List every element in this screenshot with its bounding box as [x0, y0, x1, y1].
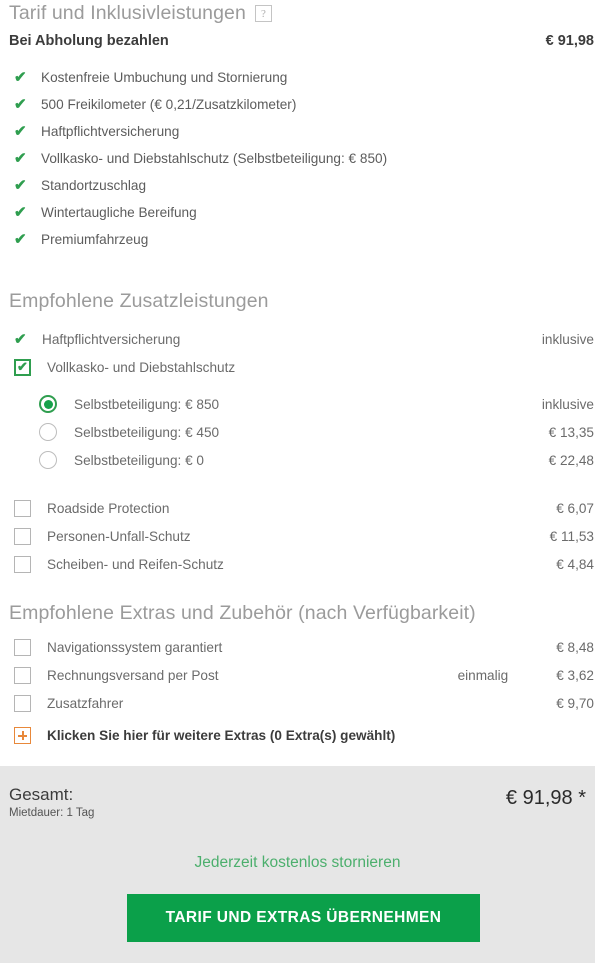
included-item-label: Premiumfahrzeug: [41, 232, 149, 247]
included-services-list: ✔ Kostenfreie Umbuchung und Stornierung …: [9, 68, 569, 257]
total-amount: € 91,98 *: [505, 787, 586, 809]
addon-label: Roadside Protection: [47, 500, 170, 516]
deductible-label: Selbstbeteiligung: € 850: [74, 396, 220, 412]
addon-row-liability: ✔ Haftpflichtversicherung inklusive: [9, 325, 594, 353]
checkbox-scheiben-reifen-schutz[interactable]: [14, 555, 31, 573]
included-item-label: 500 Freikilometer (€ 0,21/Zusatzkilomete…: [41, 97, 297, 112]
total-label: Gesamt:: [9, 785, 74, 804]
addon-price: € 4,84: [556, 556, 594, 572]
radio-deductible-450[interactable]: [39, 423, 57, 441]
checkbox-cdw[interactable]: [14, 358, 31, 376]
total-row: Gesamt: Mietdauer: 1 Tag € 91,98 *: [9, 786, 586, 819]
check-icon: ✔: [14, 204, 27, 221]
radio-deductible-0[interactable]: [39, 451, 57, 469]
apply-tariff-and-extras-button[interactable]: TARIF UND EXTRAS ÜBERNEHMEN: [127, 894, 480, 942]
addon-label: Personen-Unfall-Schutz: [47, 528, 191, 544]
checkbox-rechnungsversand[interactable]: [14, 666, 31, 684]
rental-duration: Mietdauer: 1 Tag: [9, 806, 95, 819]
extra-row-invoice-by-post[interactable]: Rechnungsversand per Post einmalig € 3,6…: [9, 661, 594, 689]
check-icon: ✔: [14, 150, 27, 167]
included-item: ✔ Standortzuschlag: [9, 176, 569, 203]
more-extras-row[interactable]: Klicken Sie hier für weitere Extras (0 E…: [9, 727, 594, 744]
deductible-option-0[interactable]: Selbstbeteiligung: € 0 € 22,48: [9, 446, 594, 474]
radio-deductible-850[interactable]: [39, 395, 57, 413]
extras-heading: Empfohlene Extras und Zubehör (nach Verf…: [9, 602, 476, 625]
page-title: Tarif und Inklusivleistungen ?: [9, 2, 272, 25]
extra-price: € 3,62: [556, 667, 594, 683]
free-cancellation-note: Jederzeit kostenlos stornieren: [194, 854, 401, 871]
deductible-option-850[interactable]: Selbstbeteiligung: € 850 inklusive: [9, 390, 594, 418]
addon-row-roadside[interactable]: Roadside Protection € 6,07: [9, 494, 594, 522]
deductible-label: Selbstbeteiligung: € 450: [74, 424, 220, 440]
addon-label: Vollkasko- und Diebstahlschutz: [47, 359, 236, 375]
addon-row-personal-accident[interactable]: Personen-Unfall-Schutz € 11,53: [9, 522, 594, 550]
extra-label: Zusatzfahrer: [47, 695, 124, 711]
addon-row-glass-tyre[interactable]: Scheiben- und Reifen-Schutz € 4,84: [9, 550, 594, 578]
deductible-price: € 13,35: [548, 424, 594, 440]
checkbox-roadside-protection[interactable]: [14, 499, 31, 517]
checkbox-personen-unfall-schutz[interactable]: [14, 527, 31, 545]
check-icon: ✔: [14, 123, 27, 140]
check-icon: ✔: [14, 177, 27, 194]
plus-icon[interactable]: [14, 727, 31, 744]
included-item: ✔ 500 Freikilometer (€ 0,21/Zusatzkilome…: [9, 95, 569, 122]
addon-price: € 11,53: [549, 528, 594, 544]
addon-price: € 6,07: [556, 500, 594, 516]
addon-label: Scheiben- und Reifen-Schutz: [47, 556, 224, 572]
pay-on-pickup-row: Bei Abholung bezahlen € 91,98: [9, 33, 594, 49]
deductible-price: inklusive: [541, 396, 594, 412]
addon-label: Haftpflichtversicherung: [42, 331, 181, 347]
included-item: ✔ Haftpflichtversicherung: [9, 122, 569, 149]
extra-row-additional-driver[interactable]: Zusatzfahrer € 9,70: [9, 689, 594, 717]
check-icon: ✔: [14, 231, 27, 248]
extras-heading-text: Empfohlene Extras und Zubehör (nach Verf…: [9, 602, 476, 624]
included-item-label: Haftpflichtversicherung: [41, 124, 180, 139]
tariff-and-extras-panel: Tarif und Inklusivleistungen ? Bei Abhol…: [0, 0, 595, 963]
extras-list: Navigationssystem garantiert € 8,48 Rech…: [9, 633, 594, 717]
check-icon: ✔: [14, 69, 27, 86]
deductible-price: € 22,48: [548, 452, 594, 468]
addon-price: inklusive: [541, 331, 594, 347]
extra-row-navigation[interactable]: Navigationssystem garantiert € 8,48: [9, 633, 594, 661]
included-item: ✔ Vollkasko- und Diebstahlschutz (Selbst…: [9, 149, 569, 176]
extra-label: Navigationssystem garantiert: [47, 639, 223, 655]
addons-heading: Empfohlene Zusatzleistungen: [9, 290, 269, 313]
included-item-label: Kostenfreie Umbuchung und Stornierung: [41, 70, 288, 85]
extra-price: € 9,70: [556, 695, 594, 711]
page-title-text: Tarif und Inklusivleistungen: [9, 2, 246, 24]
extra-price: € 8,48: [556, 639, 594, 655]
more-extras-label[interactable]: Klicken Sie hier für weitere Extras (0 E…: [47, 728, 395, 743]
help-icon[interactable]: ?: [254, 5, 272, 22]
deductible-label: Selbstbeteiligung: € 0: [74, 452, 204, 468]
check-icon: ✔: [14, 96, 27, 113]
included-item: ✔ Wintertaugliche Bereifung: [9, 203, 569, 230]
addons-heading-text: Empfohlene Zusatzleistungen: [9, 290, 269, 312]
included-item: ✔ Kostenfreie Umbuchung und Stornierung: [9, 68, 569, 95]
extra-note: einmalig: [457, 667, 509, 683]
extra-label: Rechnungsversand per Post: [47, 667, 219, 683]
deductible-option-450[interactable]: Selbstbeteiligung: € 450 € 13,35: [9, 418, 594, 446]
pay-on-pickup-label: Bei Abholung bezahlen: [9, 33, 169, 49]
included-item-label: Vollkasko- und Diebstahlschutz (Selbstbe…: [41, 151, 388, 166]
pay-on-pickup-price: € 91,98: [545, 33, 594, 49]
checkbox-zusatzfahrer[interactable]: [14, 694, 31, 712]
addon-row-cdw[interactable]: Vollkasko- und Diebstahlschutz: [9, 353, 594, 381]
included-item-label: Standortzuschlag: [41, 178, 147, 193]
checkbox-navigationssystem[interactable]: [14, 638, 31, 656]
included-item: ✔ Premiumfahrzeug: [9, 230, 569, 257]
addons-list: ✔ Haftpflichtversicherung inklusive Voll…: [9, 325, 594, 578]
check-icon: ✔: [14, 330, 27, 348]
included-item-label: Wintertaugliche Bereifung: [41, 205, 197, 220]
total-left-group: Gesamt: Mietdauer: 1 Tag: [9, 786, 94, 819]
